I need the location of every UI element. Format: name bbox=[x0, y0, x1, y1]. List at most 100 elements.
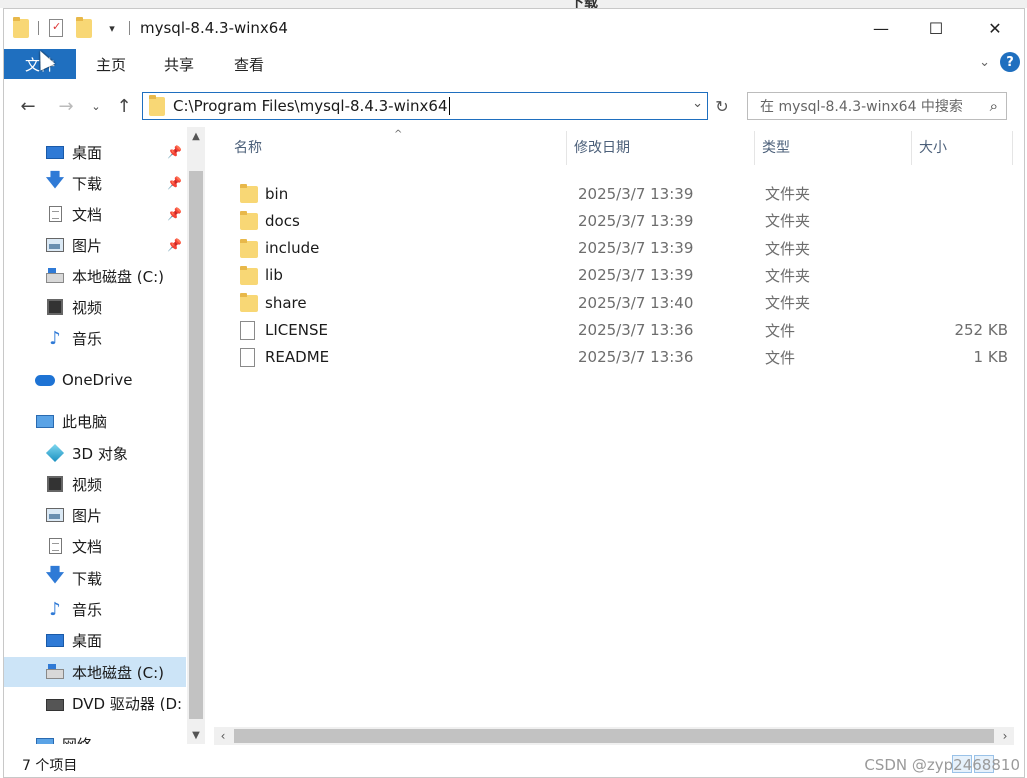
file-size bbox=[932, 235, 1008, 262]
sidebar-item[interactable]: 视频 bbox=[4, 292, 186, 322]
pin-icon[interactable]: 📌 bbox=[167, 176, 182, 190]
address-path[interactable]: C:\Program Files\mysql-8.4.3-winx64 bbox=[173, 97, 448, 115]
sidebar-item-label: OneDrive bbox=[62, 371, 133, 389]
sidebar-item[interactable]: 桌面 bbox=[4, 625, 186, 655]
sidebar-item-label: 桌面 bbox=[72, 631, 103, 650]
tab-view[interactable]: 查看 bbox=[222, 49, 276, 79]
arrow-up-icon: ↑ bbox=[116, 95, 132, 117]
file-row[interactable]: include 2025/3/7 13:39 文件夹 bbox=[232, 235, 1022, 262]
search-box[interactable]: 在 mysql-8.4.3-winx64 中搜索 ⌕ bbox=[747, 92, 1007, 120]
file-row[interactable]: lib 2025/3/7 13:39 文件夹 bbox=[232, 262, 1022, 289]
back-button[interactable]: ← bbox=[14, 91, 42, 121]
computer-icon bbox=[34, 411, 56, 431]
properties-icon[interactable] bbox=[45, 17, 67, 39]
text-caret bbox=[448, 97, 450, 115]
file-type: 文件夹 bbox=[765, 266, 811, 285]
sidebar-item-label: 网络 bbox=[62, 734, 92, 745]
close-button[interactable]: ✕ bbox=[966, 9, 1024, 47]
column-type[interactable]: 类型 bbox=[762, 127, 790, 167]
sidebar-item[interactable]: DVD 驱动器 (D: bbox=[4, 688, 186, 718]
sidebar-item[interactable]: 视频 bbox=[4, 469, 186, 499]
sidebar-item[interactable]: 图片 bbox=[4, 500, 186, 530]
file-name: include bbox=[265, 239, 320, 258]
sidebar-item[interactable]: 本地磁盘 (C:) bbox=[4, 657, 186, 687]
file-row[interactable]: bin 2025/3/7 13:39 文件夹 bbox=[232, 180, 1022, 207]
file-size bbox=[932, 180, 1008, 207]
sidebar-item[interactable]: 图片 📌 bbox=[4, 230, 186, 260]
tab-home[interactable]: 主页 bbox=[84, 49, 138, 79]
file-row[interactable]: docs 2025/3/7 13:39 文件夹 bbox=[232, 207, 1022, 234]
horizontal-scrollbar[interactable]: ‹ › bbox=[214, 727, 1014, 745]
sidebar-item[interactable]: 3D 对象 bbox=[4, 438, 186, 468]
chevron-down-icon[interactable]: ⌄ bbox=[979, 55, 990, 70]
pin-icon[interactable]: 📌 bbox=[167, 145, 182, 159]
item-count: 7 个项目 bbox=[22, 758, 78, 774]
file-row[interactable]: LICENSE 2025/3/7 13:36 文件 252 KB bbox=[232, 317, 1022, 344]
sidebar-item[interactable]: 本地磁盘 (C:) bbox=[4, 261, 186, 291]
column-divider[interactable] bbox=[1012, 131, 1013, 165]
scroll-left-arrow[interactable]: ‹ bbox=[214, 727, 232, 745]
file-name: bin bbox=[265, 184, 289, 203]
file-name: lib bbox=[265, 266, 283, 285]
sidebar-scrollbar[interactable]: ▲ ▼ bbox=[187, 127, 205, 744]
sidebar-scroll-thumb[interactable] bbox=[189, 171, 203, 719]
recent-locations-button[interactable]: ⌄ bbox=[86, 91, 106, 121]
picture-icon bbox=[44, 505, 66, 525]
pin-icon[interactable]: 📌 bbox=[167, 238, 182, 252]
sidebar-item[interactable]: 文档 bbox=[4, 531, 186, 561]
file-type: 文件夹 bbox=[765, 212, 811, 231]
ribbon-tabs: 文件 主页 共享 查看 ⌄ ? bbox=[4, 49, 1024, 79]
folder-app-icon[interactable] bbox=[10, 16, 32, 39]
sidebar-item[interactable]: 此电脑 bbox=[4, 406, 186, 436]
column-date[interactable]: 修改日期 bbox=[574, 127, 630, 167]
file-date: 2025/3/7 13:36 bbox=[578, 348, 694, 367]
sidebar-item[interactable]: 🡇 下载 bbox=[4, 563, 186, 593]
sidebar-item[interactable]: OneDrive bbox=[4, 365, 186, 395]
maximize-button[interactable]: ☐ bbox=[907, 9, 965, 47]
sidebar-item-label: 下载 bbox=[72, 569, 103, 588]
scroll-up-arrow[interactable]: ▲ bbox=[187, 127, 205, 145]
column-divider[interactable] bbox=[911, 131, 912, 165]
file-date: 2025/3/7 13:39 bbox=[578, 266, 694, 285]
column-name[interactable]: 名称 bbox=[234, 127, 262, 167]
file-row[interactable]: README 2025/3/7 13:36 文件 1 KB bbox=[232, 344, 1022, 371]
sidebar-item[interactable]: ♪ 音乐 bbox=[4, 594, 186, 624]
sidebar-item[interactable]: ♪ 音乐 bbox=[4, 323, 186, 353]
pin-icon[interactable]: 📌 bbox=[167, 207, 182, 221]
file-name: share bbox=[265, 293, 307, 312]
file-explorer-window: ▾ mysql-8.4.3-winx64 — ☐ ✕ 文件 主页 共享 查看 ⌄… bbox=[3, 8, 1025, 778]
drive-icon bbox=[44, 662, 66, 682]
drive-icon bbox=[44, 266, 66, 286]
horizontal-scroll-thumb[interactable] bbox=[234, 729, 994, 743]
refresh-button[interactable]: ↻ bbox=[710, 92, 734, 120]
column-size[interactable]: 大小 bbox=[919, 127, 947, 167]
sidebar-item[interactable]: 🡇 下载 📌 bbox=[4, 168, 186, 198]
file-date: 2025/3/7 13:39 bbox=[578, 211, 694, 230]
up-button[interactable]: ↑ bbox=[110, 91, 138, 121]
picture-icon bbox=[44, 235, 66, 255]
search-input[interactable]: 在 mysql-8.4.3-winx64 中搜索 bbox=[760, 96, 990, 116]
column-divider[interactable] bbox=[566, 131, 567, 165]
column-divider[interactable] bbox=[754, 131, 755, 165]
forward-button[interactable]: → bbox=[52, 91, 80, 121]
document-icon bbox=[44, 536, 66, 556]
folder-icon bbox=[240, 293, 258, 313]
watermark-text: CSDN @zyp2468810 bbox=[864, 756, 1020, 774]
address-bar[interactable]: C:\Program Files\mysql-8.4.3-winx64 ⌄ bbox=[142, 92, 708, 120]
window-title: mysql-8.4.3-winx64 bbox=[140, 19, 288, 37]
sidebar-item[interactable]: 桌面 📌 bbox=[4, 137, 186, 167]
file-type: 文件夹 bbox=[765, 239, 811, 258]
tab-share[interactable]: 共享 bbox=[152, 49, 206, 79]
customize-toolbar-icon[interactable]: ▾ bbox=[101, 17, 123, 39]
new-folder-icon[interactable] bbox=[73, 16, 95, 39]
sidebar-item[interactable]: 文档 📌 bbox=[4, 199, 186, 229]
minimize-button[interactable]: — bbox=[852, 9, 910, 47]
file-icon bbox=[240, 320, 255, 340]
help-button[interactable]: ? bbox=[1000, 52, 1020, 72]
scroll-down-arrow[interactable]: ▼ bbox=[187, 726, 205, 744]
sidebar-item[interactable]: 网络 bbox=[4, 729, 186, 744]
scroll-right-arrow[interactable]: › bbox=[996, 727, 1014, 745]
file-row[interactable]: share 2025/3/7 13:40 文件夹 bbox=[232, 289, 1022, 316]
chevron-down-icon[interactable]: ⌄ bbox=[692, 96, 703, 111]
file-icon bbox=[240, 347, 255, 367]
